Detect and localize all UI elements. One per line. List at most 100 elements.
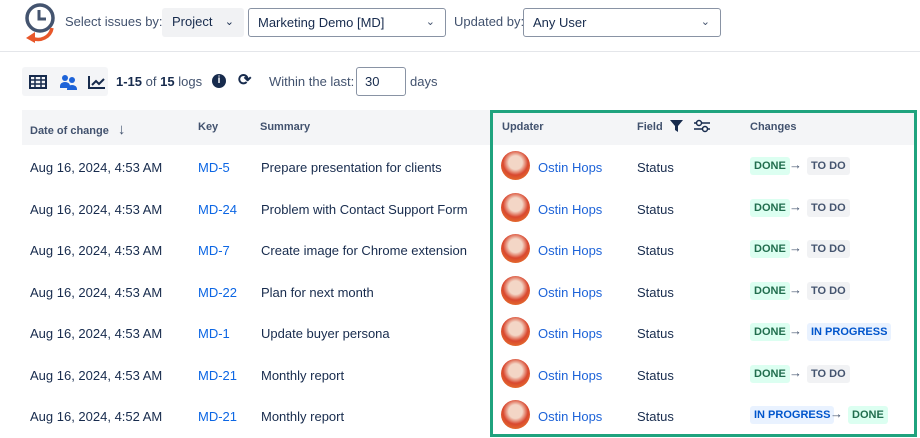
date-cell: Aug 16, 2024, 4:53 AM (30, 367, 163, 383)
avatar (501, 275, 530, 305)
from-status-lozenge: DONE (750, 240, 790, 258)
summary-cell: Monthly report (261, 367, 345, 383)
table-row[interactable]: Aug 16, 2024, 4:53 AM MD-22 Plan for nex… (22, 271, 917, 312)
col-updater[interactable]: Updater (502, 121, 544, 133)
select-by-value: Project (172, 14, 213, 29)
from-status-lozenge: DONE (750, 157, 790, 175)
avatar (501, 400, 530, 429)
col-key[interactable]: Key (198, 121, 218, 133)
date-cell: Aug 16, 2024, 4:53 AM (30, 160, 163, 175)
table-row[interactable]: Aug 16, 2024, 4:53 AM MD-1 Update buyer … (22, 312, 917, 353)
refresh-icon[interactable]: ⟳ (238, 70, 251, 90)
updater-link[interactable]: Ostin Hops (538, 285, 602, 300)
arrow-right-icon: → (789, 281, 802, 297)
avatar (501, 317, 530, 346)
field-cell: Status (637, 160, 674, 175)
field-cell: Status (637, 284, 674, 300)
table-view-icon[interactable] (27, 72, 49, 92)
issue-key-link[interactable]: MD-1 (198, 326, 230, 341)
issue-key-link[interactable]: MD-5 (198, 160, 230, 175)
date-cell: Aug 16, 2024, 4:52 AM (30, 409, 163, 424)
top-bar: Select issues by: Project ⌄ Marketing Dem… (0, 0, 920, 52)
updater-link[interactable]: Ostin Hops (538, 202, 602, 217)
history-clock-icon (25, 3, 55, 43)
info-icon[interactable]: i (212, 74, 226, 88)
summary-cell: Problem with Contact Support Form (261, 201, 468, 217)
to-status-lozenge: TO DO (807, 240, 850, 258)
issue-key-link[interactable]: MD-21 (198, 409, 237, 424)
avatar (501, 192, 530, 222)
updater-link[interactable]: Ostin Hops (538, 243, 602, 258)
field-cell: Status (637, 409, 674, 424)
chevron-down-icon: ⌄ (425, 16, 435, 28)
project-value: Marketing Demo [MD] (258, 15, 385, 30)
to-status-lozenge: TO DO (807, 157, 850, 175)
days-input[interactable] (356, 67, 406, 96)
select-by-dropdown[interactable]: Project ⌄ (162, 8, 244, 37)
sort-down-icon: ↓ (117, 121, 126, 138)
arrow-right-icon: → (789, 364, 802, 380)
table-header: Date of change ↓ Key Summary Updater Fie… (22, 110, 917, 145)
to-status-lozenge: TO DO (807, 198, 850, 217)
days-label: days (410, 74, 438, 89)
field-cell: Status (637, 326, 674, 341)
issue-key-link[interactable]: MD-7 (198, 243, 230, 258)
updater-link[interactable]: Ostin Hops (538, 409, 602, 424)
updater-link[interactable]: Ostin Hops (538, 368, 602, 383)
table-row[interactable]: Aug 16, 2024, 4:53 AM MD-21 Monthly repo… (22, 354, 917, 395)
field-cell: Status (637, 367, 674, 383)
chevron-down-icon: ⌄ (700, 16, 710, 28)
avatar (501, 234, 530, 263)
col-field[interactable]: Field (637, 121, 663, 133)
date-cell: Aug 16, 2024, 4:53 AM (30, 201, 163, 217)
updater-link[interactable]: Ostin Hops (538, 160, 602, 175)
updated-by-label: Updated by: (454, 14, 525, 29)
arrow-right-icon: → (789, 198, 802, 214)
date-cell: Aug 16, 2024, 4:53 AM (30, 243, 163, 258)
field-cell: Status (637, 243, 674, 258)
settings-sliders-icon[interactable] (693, 119, 711, 136)
select-issues-label: Select issues by: (65, 14, 163, 29)
summary-cell: Update buyer persona (261, 326, 390, 341)
avatar (501, 358, 530, 388)
issue-key-link[interactable]: MD-24 (198, 202, 237, 217)
table-row[interactable]: Aug 16, 2024, 4:53 AM MD-7 Create image … (22, 229, 917, 270)
within-label: Within the last: (269, 74, 355, 89)
project-dropdown[interactable]: Marketing Demo [MD] ⌄ (248, 8, 446, 37)
table-row[interactable]: Aug 16, 2024, 4:53 AM MD-24 Problem with… (22, 188, 917, 229)
col-summary[interactable]: Summary (260, 121, 310, 133)
field-cell: Status (637, 201, 674, 217)
chart-view-icon[interactable] (86, 72, 108, 92)
date-cell: Aug 16, 2024, 4:53 AM (30, 284, 163, 300)
from-status-lozenge: IN PROGRESS (750, 406, 835, 424)
date-cell: Aug 16, 2024, 4:53 AM (30, 326, 163, 341)
arrow-right-icon: → (789, 157, 802, 172)
to-status-lozenge: IN PROGRESS (807, 323, 892, 341)
arrow-right-icon: → (789, 323, 802, 338)
chevron-down-icon: ⌄ (224, 16, 234, 28)
arrow-right-icon: → (830, 406, 843, 421)
avatar (501, 151, 530, 180)
from-status-lozenge: DONE (750, 198, 790, 217)
arrow-right-icon: → (789, 240, 802, 255)
col-date[interactable]: Date of change ↓ (30, 121, 125, 138)
updated-by-dropdown[interactable]: Any User ⌄ (523, 8, 721, 37)
updater-link[interactable]: Ostin Hops (538, 326, 602, 341)
updated-by-value: Any User (533, 15, 587, 30)
summary-cell: Plan for next month (261, 284, 374, 300)
summary-cell: Prepare presentation for clients (261, 160, 442, 175)
table-row[interactable]: Aug 16, 2024, 4:52 AM MD-21 Monthly repo… (22, 395, 917, 436)
col-changes: Changes (750, 121, 797, 133)
filter-icon[interactable] (670, 119, 683, 135)
table-row[interactable]: Aug 16, 2024, 4:53 AM MD-5 Prepare prese… (22, 146, 917, 187)
issue-key-link[interactable]: MD-22 (198, 285, 237, 300)
log-count: 1-15 of 15 logs (116, 74, 203, 89)
to-status-lozenge: DONE (848, 406, 888, 424)
view-switcher (22, 67, 108, 96)
summary-cell: Create image for Chrome extension (261, 243, 467, 258)
from-status-lozenge: DONE (750, 281, 790, 300)
users-view-icon[interactable] (57, 72, 79, 92)
issue-key-link[interactable]: MD-21 (198, 368, 237, 383)
to-status-lozenge: TO DO (807, 364, 850, 383)
summary-cell: Monthly report (261, 409, 345, 424)
